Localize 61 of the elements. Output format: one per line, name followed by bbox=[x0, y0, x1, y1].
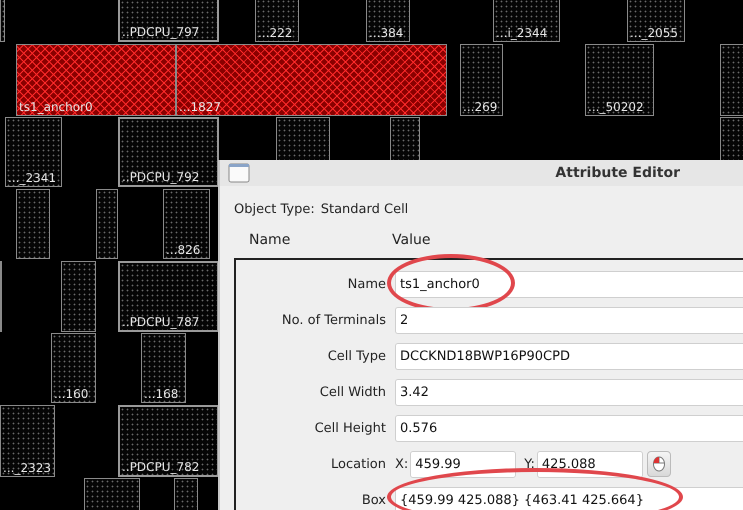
std-cell[interactable]: ..._2055 bbox=[627, 0, 685, 42]
cell-label: ts1_anchor0 bbox=[18, 100, 93, 115]
cell-label: ...168 bbox=[143, 387, 178, 402]
field-label: No. of Terminals bbox=[282, 312, 386, 328]
cell-label: ..._2323 bbox=[2, 461, 51, 476]
window-title: Attribute Editor bbox=[555, 165, 680, 181]
field-label: Name bbox=[348, 276, 386, 292]
std-cell bbox=[96, 189, 118, 259]
std-cell[interactable]: ...269 bbox=[460, 44, 503, 116]
cell-label: ..PDCPU_782 bbox=[121, 460, 200, 475]
cell-label: ..PDCPU_797 bbox=[121, 25, 200, 40]
value-field[interactable]: ts1_anchor0 bbox=[395, 270, 743, 298]
column-header: Name bbox=[249, 232, 292, 248]
x-label: X: bbox=[395, 456, 408, 472]
std-cell[interactable]: ...222 bbox=[255, 0, 299, 42]
cell-label: ...1827 bbox=[178, 100, 221, 115]
column-header: Value bbox=[392, 232, 432, 248]
cell-label: ..._50202 bbox=[587, 100, 644, 115]
macro-cell[interactable]: ..PDCPU_797 bbox=[118, 0, 219, 42]
value-field[interactable]: {459.99 425.088} {463.41 425.664} bbox=[395, 486, 743, 510]
field-label: Box bbox=[362, 492, 386, 508]
std-cell[interactable]: ..._50202 bbox=[585, 44, 654, 116]
value-field[interactable]: 3.42 bbox=[395, 378, 743, 406]
value-field[interactable]: DCCKND18BWP16P90CPD bbox=[395, 342, 743, 370]
macro-cell[interactable]: ..PDCPU_782 bbox=[118, 405, 219, 477]
cell-label: ...384 bbox=[368, 26, 404, 41]
std-cell[interactable]: ...160 bbox=[51, 333, 96, 403]
std-cell[interactable]: ...168 bbox=[141, 333, 186, 403]
cell-label: ..._2341 bbox=[7, 171, 56, 186]
object-type-label: Object Type: bbox=[234, 202, 315, 216]
cell-label: ...160 bbox=[53, 387, 88, 402]
object-type-value: Standard Cell bbox=[320, 202, 408, 216]
field-label: Location bbox=[331, 456, 386, 472]
std-cell[interactable]: ..._2341 bbox=[5, 117, 62, 187]
value-field[interactable]: 0.576 bbox=[395, 414, 743, 442]
x-field[interactable]: 459.99 bbox=[410, 450, 516, 478]
std-cell[interactable]: ...384 bbox=[366, 0, 410, 42]
std-cell bbox=[16, 189, 50, 259]
macro-cell[interactable]: ..PDCPU_787 bbox=[118, 261, 219, 332]
field-label: Cell Type bbox=[328, 348, 386, 364]
cell-label: ..._2055 bbox=[629, 26, 678, 41]
cell-label: ..PDCPU_787 bbox=[121, 315, 200, 330]
std-cell[interactable]: ts1_anchor0 bbox=[16, 44, 176, 116]
field-label: Cell Height bbox=[314, 420, 386, 436]
std-cell[interactable]: ..._2323 bbox=[0, 405, 55, 477]
window-icon bbox=[228, 163, 250, 183]
std-cell[interactable]: ...i_2344 bbox=[493, 0, 560, 42]
cell-label: ...222 bbox=[257, 26, 292, 41]
std-cell bbox=[61, 261, 96, 332]
field-label: Cell Width bbox=[320, 384, 386, 400]
cell-label: ...269 bbox=[462, 100, 498, 115]
value-field[interactable]: 2 bbox=[395, 306, 743, 334]
macro-cell[interactable]: ..PDCPU_792 bbox=[118, 117, 219, 187]
std-cell[interactable]: ...1827 bbox=[176, 44, 447, 116]
mouse-icon bbox=[652, 456, 666, 472]
y-label: Y: bbox=[524, 456, 535, 472]
std-cell[interactable]: ...826 bbox=[163, 189, 210, 259]
pick-button[interactable] bbox=[646, 451, 671, 477]
cell-label: ...826 bbox=[165, 243, 200, 258]
cell-label: ..PDCPU_792 bbox=[121, 170, 200, 185]
cell-label: ...i_2344 bbox=[495, 26, 548, 41]
